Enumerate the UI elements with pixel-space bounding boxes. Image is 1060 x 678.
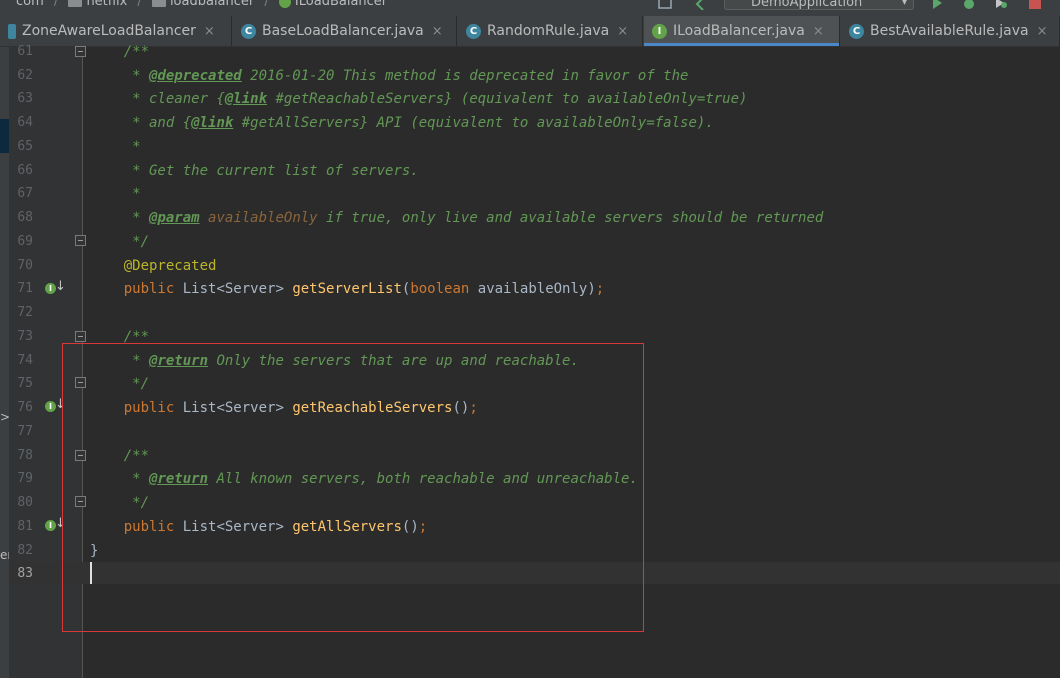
- line-number: 63: [17, 91, 33, 106]
- coverage-icon[interactable]: [994, 0, 1008, 10]
- code-text: * @param availableOnly if true, only liv…: [90, 210, 824, 226]
- code-line: 69 */: [0, 231, 1060, 253]
- class-icon: [8, 23, 16, 39]
- line-number: 69: [17, 234, 33, 249]
- stop-icon[interactable]: [1028, 0, 1042, 10]
- code-line: 70 @Deprecated: [0, 255, 1060, 277]
- interface-icon: I: [652, 23, 667, 39]
- breadcrumb-separator: /: [137, 0, 142, 9]
- line-number: 76: [17, 400, 33, 415]
- line-number: 73: [17, 329, 33, 344]
- line-number: 65: [17, 139, 33, 154]
- code-line: 66 * Get the current list of servers.: [0, 160, 1060, 182]
- code-line: 68 * @param availableOnly if true, only …: [0, 207, 1060, 229]
- run-configuration-label: DemoApplication: [751, 0, 863, 10]
- chevron-down-icon: ▾: [901, 0, 907, 8]
- code-text: public List<Server> getServerList(boolea…: [123, 281, 605, 297]
- code-text: *: [123, 139, 141, 155]
- close-icon[interactable]: ×: [204, 24, 215, 39]
- breadcrumb-item[interactable]: loadbalancer: [170, 0, 254, 9]
- code-line: 67 *: [0, 183, 1060, 205]
- debug-icon[interactable]: [962, 0, 976, 10]
- breadcrumb-separator: /: [264, 0, 269, 9]
- class-icon: C: [466, 23, 481, 39]
- line-number: 68: [17, 210, 33, 225]
- close-icon[interactable]: ×: [813, 24, 824, 39]
- breadcrumb: com / netflix / loadbalancer / ILoadBala…: [16, 0, 387, 9]
- folder-icon: [151, 0, 166, 7]
- line-number: 61: [17, 44, 33, 59]
- code-line: 72: [0, 302, 1060, 324]
- code-text: * and {@link #getAllServers} API (equiva…: [123, 115, 714, 131]
- code-line: 65 *: [0, 136, 1060, 158]
- run-icon[interactable]: [930, 0, 944, 10]
- tab-label: RandomRule.java: [487, 23, 610, 39]
- code-line: 62 * @deprecated 2016-01-20 This method …: [0, 65, 1060, 87]
- code-line: 64 * and {@link #getAllServers} API (equ…: [0, 112, 1060, 134]
- run-configuration-select[interactable]: DemoApplication ▾: [724, 0, 914, 10]
- line-number: 62: [17, 68, 33, 83]
- code-text: * cleaner {@link #getReachableServers} (…: [123, 91, 748, 107]
- line-number: 78: [17, 448, 33, 463]
- line-number: 79: [17, 471, 33, 486]
- navigation-bar: com / netflix / loadbalancer / ILoadBala…: [0, 0, 1060, 16]
- close-icon[interactable]: ×: [617, 24, 628, 39]
- line-number: 81: [17, 519, 33, 534]
- implemented-method-icon[interactable]: I ↓: [45, 279, 66, 299]
- line-number: 72: [17, 305, 33, 320]
- line-number: 80: [17, 495, 33, 510]
- code-line: 63 * cleaner {@link #getReachableServers…: [0, 88, 1060, 110]
- breadcrumb-item[interactable]: ILoadBalancer: [295, 0, 387, 9]
- class-icon: C: [849, 23, 864, 39]
- line-number: 70: [17, 258, 33, 273]
- line-number: 74: [17, 353, 33, 368]
- line-number: 82: [17, 543, 33, 558]
- line-number: 64: [17, 115, 33, 130]
- fold-icon[interactable]: [75, 331, 86, 342]
- code-text: /**: [123, 44, 150, 60]
- code-text: *: [123, 186, 141, 202]
- line-number: 66: [17, 163, 33, 178]
- line-number: 71: [17, 281, 33, 296]
- interface-icon: [278, 0, 291, 8]
- code-line: 71 public List<Server> getServerList(boo…: [0, 278, 1060, 300]
- folder-icon: [68, 0, 83, 7]
- close-icon[interactable]: ×: [432, 24, 443, 39]
- line-number: 83: [17, 566, 33, 581]
- tab-label: BaseLoadBalancer.java: [262, 23, 424, 39]
- code-text: * Get the current list of servers.: [123, 163, 419, 179]
- close-icon[interactable]: ×: [1037, 24, 1048, 39]
- line-number: 67: [17, 186, 33, 201]
- code-line: 61 /**: [0, 41, 1060, 63]
- line-number: 77: [17, 424, 33, 439]
- line-number: 75: [17, 376, 33, 391]
- highlight-rectangle: [62, 343, 644, 632]
- code-text: @Deprecated: [123, 258, 217, 274]
- code-text: * @deprecated 2016-01-20 This method is …: [90, 68, 689, 84]
- breadcrumb-item[interactable]: netflix: [86, 0, 127, 9]
- back-arrow-icon[interactable]: [694, 0, 708, 10]
- tab-label: ZoneAwareLoadBalancer: [22, 23, 196, 39]
- tab-label: BestAvailableRule.java: [870, 23, 1029, 39]
- class-icon: C: [241, 23, 256, 39]
- fold-icon[interactable]: [75, 46, 86, 57]
- breadcrumb-item[interactable]: com: [16, 0, 44, 9]
- breadcrumb-separator: /: [53, 0, 59, 9]
- fold-icon[interactable]: [75, 235, 86, 246]
- tab-label: ILoadBalancer.java: [673, 23, 805, 39]
- build-icon[interactable]: [658, 0, 672, 10]
- code-text: */: [123, 234, 150, 250]
